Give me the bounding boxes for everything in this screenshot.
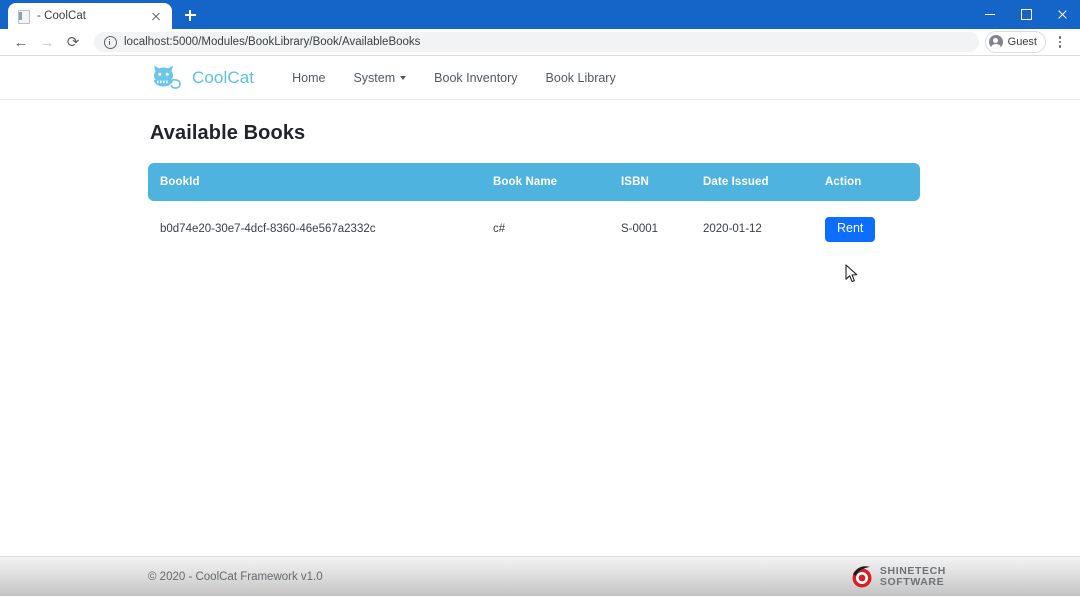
page-viewport: CoolCat Home System Book Inventory Book …: [0, 56, 1080, 596]
forward-icon[interactable]: →: [34, 29, 60, 55]
page-icon: [16, 9, 31, 24]
nav-item-label: Book Library: [545, 70, 616, 85]
close-icon[interactable]: [148, 8, 164, 24]
shinetech-target-icon: [852, 566, 872, 588]
column-header-action: Action: [825, 163, 920, 201]
cell-isbn: S-0001: [621, 223, 659, 236]
shinetech-line2: SOFTWARE: [879, 576, 945, 588]
profile-label: Guest: [1007, 36, 1037, 48]
tab-title: - CoolCat: [37, 10, 87, 22]
nav-item-label: Home: [292, 70, 326, 85]
nav-item-book-library[interactable]: Book Library: [532, 71, 630, 85]
cell-book-name: c#: [493, 223, 506, 236]
mouse-cursor: [845, 264, 858, 283]
new-tab-button[interactable]: [176, 2, 204, 28]
table-header-row: BookId Book Name ISBN Date Issued Action: [148, 163, 920, 201]
rent-button[interactable]: Rent: [825, 217, 876, 242]
browser-titlebar: - CoolCat: [0, 0, 1080, 29]
column-header-book-name: Book Name: [493, 163, 621, 201]
maximize-icon[interactable]: [1008, 0, 1044, 29]
column-header-isbn: ISBN: [621, 163, 703, 201]
tab-strip: - CoolCat: [0, 0, 204, 29]
available-books-table: BookId Book Name ISBN Date Issued Action…: [148, 163, 920, 258]
profile-button[interactable]: Guest: [984, 31, 1046, 53]
browser-toolbar: ← → ⟳ localhost:5000/Modules/BookLibrary…: [0, 29, 1080, 56]
address-bar[interactable]: localhost:5000/Modules/BookLibrary/Book/…: [94, 32, 979, 52]
cell-action: Rent: [825, 201, 920, 258]
site-navbar: CoolCat Home System Book Inventory Book …: [0, 56, 1080, 100]
table-row: b0d74e20-30e7-4dcf-8360-46e567a2332c c# …: [148, 201, 920, 258]
site-info-icon[interactable]: [104, 35, 117, 49]
avatar-icon: [988, 35, 1003, 49]
site-footer: © 2020 - CoolCat Framework v1.0 SHINETEC…: [0, 556, 1080, 596]
browser-window: - CoolCat ← → ⟳ localhost:5000/Modules/B…: [0, 0, 1080, 597]
window-controls: [972, 0, 1080, 29]
brand-name: CoolCat: [192, 67, 255, 87]
kebab-menu-icon[interactable]: [1048, 30, 1072, 54]
url-text: localhost:5000/Modules/BookLibrary/Book/…: [124, 36, 421, 48]
shinetech-logo: SHINETECH SOFTWARE: [850, 565, 946, 589]
cell-bookid: b0d74e20-30e7-4dcf-8360-46e567a2332c: [160, 223, 376, 236]
nav-item-label: Book Inventory: [434, 70, 518, 85]
table-body: b0d74e20-30e7-4dcf-8360-46e567a2332c c# …: [148, 201, 920, 258]
back-icon[interactable]: ←: [8, 29, 34, 55]
page-title: Available Books: [150, 122, 306, 144]
column-header-bookid: BookId: [148, 163, 493, 201]
nav-item-book-inventory[interactable]: Book Inventory: [420, 71, 531, 85]
nav-item-home[interactable]: Home: [278, 71, 339, 85]
site-nav-links: Home System Book Inventory Book Library: [278, 71, 630, 85]
window-close-icon[interactable]: [1044, 0, 1080, 29]
reload-icon[interactable]: ⟳: [60, 29, 86, 55]
chevron-down-icon: [400, 75, 407, 80]
footer-copyright: © 2020 - CoolCat Framework v1.0: [148, 570, 323, 583]
main-content: Available Books BookId Book Name ISBN Da…: [0, 100, 1080, 258]
shinetech-wordmark: SHINETECH SOFTWARE: [879, 565, 946, 589]
cell-date-issued: 2020-01-12: [703, 223, 762, 236]
table-header: BookId Book Name ISBN Date Issued Action: [148, 163, 920, 201]
browser-tab[interactable]: - CoolCat: [8, 3, 172, 29]
minimize-icon[interactable]: [972, 0, 1008, 29]
nav-item-system[interactable]: System: [339, 71, 420, 85]
brand-link[interactable]: CoolCat: [148, 62, 254, 94]
nav-item-label: System: [353, 70, 396, 85]
coolcat-logo-icon: [154, 65, 181, 89]
column-header-date-issued: Date Issued: [703, 163, 825, 201]
